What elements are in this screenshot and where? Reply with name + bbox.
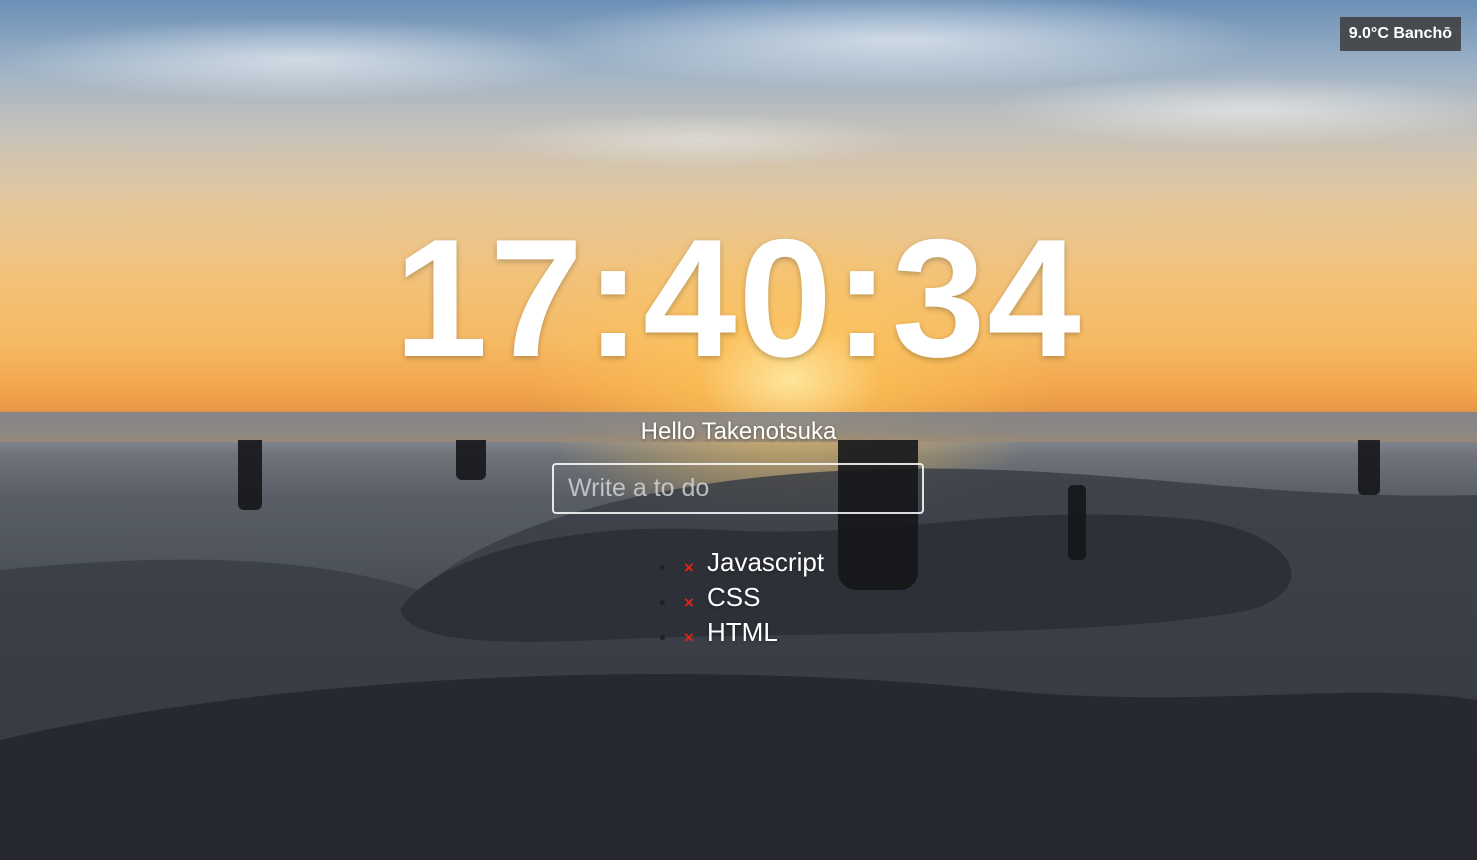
bullet-icon xyxy=(660,600,665,605)
todo-label: HTML xyxy=(707,617,778,647)
bullet-icon xyxy=(660,635,665,640)
todo-label: CSS xyxy=(707,582,761,612)
weather-badge: 9.0°C Banchō xyxy=(1339,17,1461,51)
todo-input[interactable] xyxy=(552,463,924,514)
todo-label: Javascript xyxy=(707,547,825,577)
todo-list: × Javascript × CSS × HTML xyxy=(660,545,824,650)
delete-todo-icon[interactable]: × xyxy=(684,620,698,655)
background-clouds xyxy=(0,0,1477,220)
todo-item: × CSS xyxy=(660,580,824,615)
todo-item: × Javascript xyxy=(660,545,824,580)
todo-form xyxy=(552,463,924,514)
bullet-icon xyxy=(660,565,665,570)
greeting: Hello Takenotsuka xyxy=(640,418,837,445)
todo-item: × HTML xyxy=(660,615,824,650)
clock: 17:40:34 xyxy=(394,204,1083,392)
